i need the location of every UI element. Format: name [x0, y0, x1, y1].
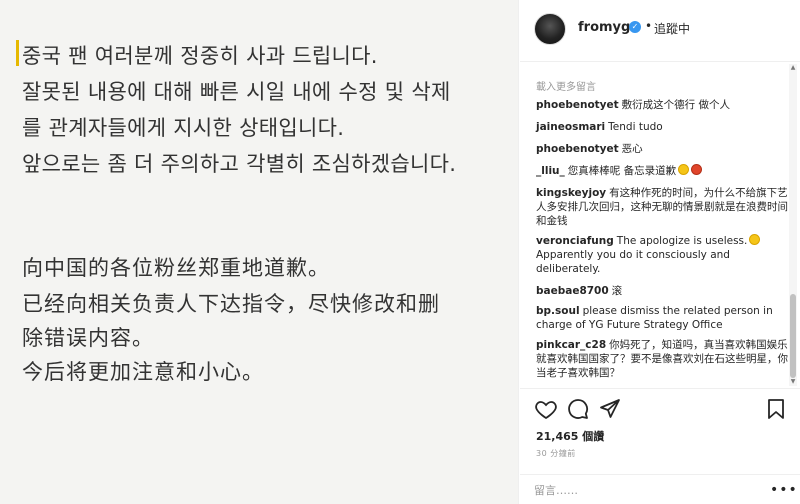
header-separator: • [645, 19, 653, 33]
following-button[interactable]: 追蹤中 [654, 20, 690, 37]
chinese-line-1: 向中国的各位粉丝郑重地道歉。 [22, 256, 330, 280]
comment-text: Tendi tudo [608, 121, 663, 133]
avatar[interactable] [534, 13, 566, 45]
comment-text: 敷衍成这个德行 做个人 [621, 99, 731, 111]
comment-bubble-icon[interactable] [566, 397, 590, 421]
action-bar [520, 388, 800, 428]
comment-username[interactable]: kingskeyjoy [536, 187, 606, 199]
comment-item: veronciafung The apologize is useless. [536, 234, 790, 248]
comment-box: ••• [520, 474, 800, 504]
like-heart-icon[interactable] [534, 397, 558, 421]
comment-username[interactable]: pinkcar_c28 [536, 339, 606, 351]
load-more-comments-link[interactable]: 載入更多留言 [536, 78, 596, 93]
scroll-down-arrow-icon[interactable]: ▼ [789, 378, 797, 386]
korean-line-1: 중국 팬 여러분께 정중히 사과 드립니다. [22, 44, 378, 68]
likes-count[interactable]: 21,465 個讚 [536, 428, 604, 444]
share-icon[interactable] [598, 397, 622, 421]
comment-username[interactable]: baebae8700 [536, 285, 609, 297]
comment-item: phoebenotyet 恶心 [536, 142, 790, 156]
post-timestamp: 30 分鐘前 [536, 449, 576, 458]
scroll-thumb[interactable] [790, 294, 796, 378]
comment-text: 恶心 [621, 143, 643, 155]
comments-scrollbar[interactable]: ▲ ▼ [789, 64, 797, 386]
comments-list: 載入更多留言 phoebenotyet 敷衍成这个德行 做个人 jaineosma… [520, 62, 800, 388]
korean-line-2: 잘못된 내용에 대해 빠른 시일 내에 수정 및 삭제 [22, 80, 451, 104]
comment-username[interactable]: veronciafung [536, 235, 614, 247]
comment-item: _lliu_ 您真棒棒呢 备忘录道歉 [536, 164, 790, 178]
comment-text: Apparently you do it consciously and del… [536, 249, 730, 275]
post-image: 중국 팬 여러분께 정중히 사과 드립니다. 잘못된 내용에 대해 빠른 시일 … [0, 0, 519, 504]
comment-input[interactable] [534, 481, 754, 499]
text-cursor [16, 40, 19, 66]
comment-username[interactable]: _lliu_ [536, 165, 565, 177]
scroll-up-arrow-icon[interactable]: ▲ [789, 64, 797, 72]
bookmark-icon[interactable] [764, 397, 788, 421]
comment-username[interactable]: phoebenotyet [536, 99, 619, 111]
comment-item: Apparently you do it consciously and del… [536, 248, 790, 276]
angry-emoji-icon [691, 164, 703, 175]
post-header: fromyg ✓ • 追蹤中 [520, 0, 800, 62]
comment-item: pinkcar_c28 你妈死了，知道吗，真当喜欢韩国娱乐就喜欢韩国国家了？要不是… [536, 338, 790, 380]
post-side-panel: fromyg ✓ • 追蹤中 載入更多留言 phoebenotyet 敷衍成这个德… [520, 0, 800, 504]
comment-item: jaineosmari Tendi tudo [536, 120, 790, 134]
chinese-line-2: 已经向相关负责人下达指令，尽快修改和删 [22, 292, 440, 316]
comment-item: kingskeyjoy 有这种作死的时间，为什么不给旗下艺人多安排几次回归，这种无… [536, 186, 790, 228]
korean-line-3: 를 관계자들에게 지시한 상태입니다. [22, 116, 345, 140]
comment-text: The apologize is useless. [616, 235, 748, 247]
comment-username[interactable]: bp.soul [536, 305, 580, 317]
comment-text: 您真棒棒呢 备忘录道歉 [567, 165, 677, 177]
comment-text: 滚 [611, 285, 623, 297]
username-link[interactable]: fromyg [578, 20, 630, 35]
chinese-line-3: 除错误内容。 [22, 326, 154, 350]
chinese-line-4: 今后将更加注意和小心。 [22, 360, 264, 384]
smile-emoji-icon [749, 234, 761, 245]
laughing-emoji-icon [678, 164, 690, 175]
korean-line-4: 앞으로는 좀 더 주의하고 각별히 조심하겠습니다. [22, 152, 457, 176]
comment-item: bp.soul please dismiss the related person… [536, 304, 790, 332]
more-options-icon[interactable]: ••• [770, 482, 798, 498]
verified-badge-icon: ✓ [629, 21, 641, 33]
comment-item: phoebenotyet 敷衍成这个德行 做个人 [536, 98, 790, 112]
comment-username[interactable]: jaineosmari [536, 121, 605, 133]
comment-username[interactable]: phoebenotyet [536, 143, 619, 155]
comment-item: baebae8700 滚 [536, 284, 790, 298]
